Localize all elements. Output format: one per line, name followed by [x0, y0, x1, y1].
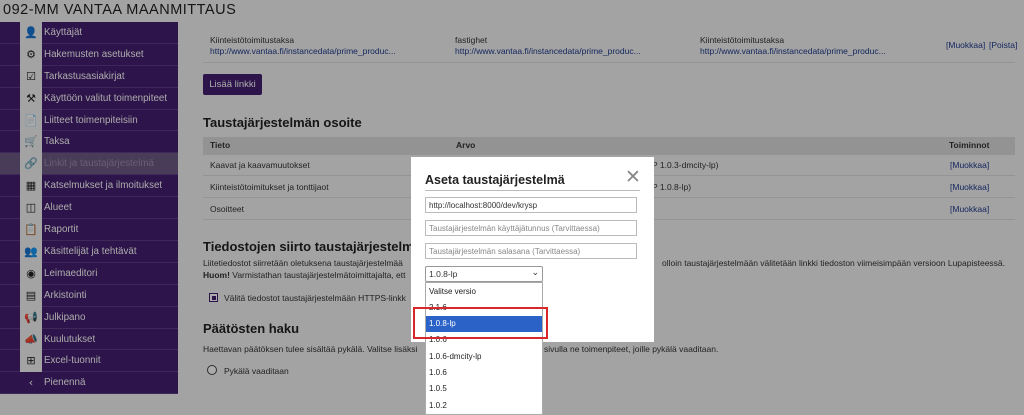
dialog-title: Aseta taustajärjestelmä — [425, 173, 565, 187]
version-select-value: 1.0.8-lp — [429, 269, 458, 279]
backend-password-input[interactable]: Taustajärjestelmän salasana (Tarvittaess… — [425, 243, 637, 259]
backend-url-input[interactable]: http://localhost:8000/dev/krysp — [425, 197, 637, 213]
version-option[interactable]: 1.0.6 — [426, 365, 542, 381]
version-dropdown-list: Valitse versio 2.1.6 1.0.8-lp 1.0.6 1.0.6-dm… — [425, 282, 543, 415]
version-option[interactable]: 1.0.6-dmcity-lp — [426, 348, 542, 364]
version-select[interactable]: 1.0.8-lp ⌄ — [425, 266, 543, 282]
dialog-divider — [425, 190, 640, 191]
close-icon[interactable]: ✕ — [625, 168, 641, 187]
version-option[interactable]: 1.0.2 — [426, 397, 542, 413]
version-option[interactable]: Valitse versio — [426, 283, 542, 299]
chevron-down-icon: ⌄ — [531, 268, 539, 278]
backend-username-input[interactable]: Taustajärjestelmän käyttäjätunnus (Tarvi… — [425, 220, 637, 236]
version-option[interactable]: 1.0.5 — [426, 381, 542, 397]
highlight-annotation — [413, 307, 548, 339]
